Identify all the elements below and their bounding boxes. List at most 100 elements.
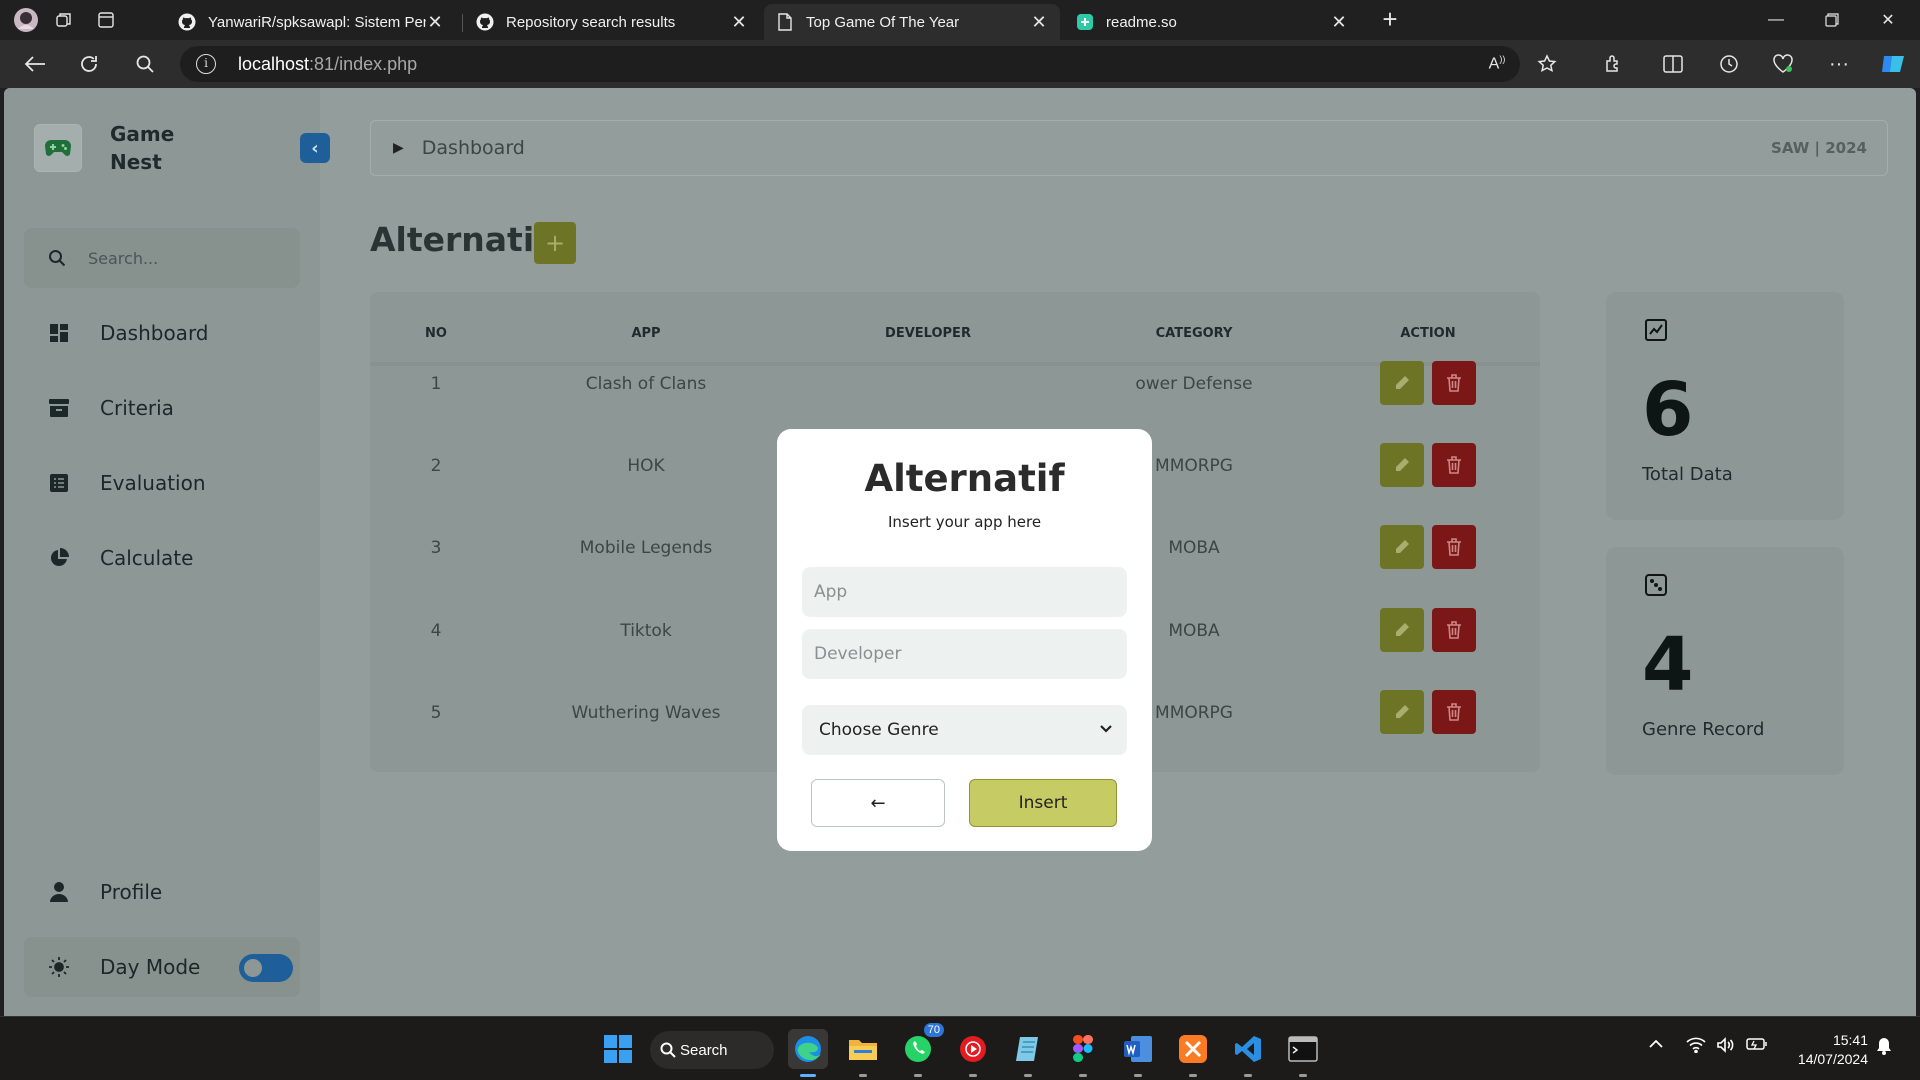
system-clock[interactable]: 15:41 14/07/2024 bbox=[1778, 1031, 1868, 1069]
address-bar[interactable]: i localhost:81/index.php bbox=[180, 46, 1520, 82]
file-explorer-icon[interactable] bbox=[843, 1029, 883, 1077]
search-icon bbox=[49, 250, 66, 267]
notes-app-icon[interactable] bbox=[1008, 1029, 1048, 1077]
sidebar-item-dashboard[interactable]: Dashboard bbox=[24, 303, 300, 363]
battery-icon[interactable] bbox=[1746, 1037, 1768, 1056]
gamepad-logo-icon bbox=[34, 124, 82, 172]
sidebar-item-criteria[interactable]: Criteria bbox=[24, 378, 300, 438]
edit-button[interactable] bbox=[1380, 361, 1424, 405]
sidebar-item-calculate[interactable]: Calculate bbox=[24, 528, 300, 588]
read-aloud-icon[interactable]: A)) bbox=[1484, 52, 1510, 76]
page-viewport: Game Nest ‹ Search... Dashboard Criteria bbox=[4, 88, 1916, 1016]
tab-top-game[interactable]: Top Game Of The Year ✕ bbox=[764, 4, 1060, 40]
day-mode-toggle[interactable] bbox=[239, 954, 293, 982]
cell-app: Tiktok bbox=[620, 621, 672, 641]
history-icon[interactable] bbox=[1716, 52, 1742, 76]
running-indicator bbox=[859, 1074, 867, 1077]
archive-icon bbox=[48, 397, 70, 419]
sidebar: Game Nest ‹ Search... Dashboard Criteria bbox=[4, 88, 330, 1016]
cell-app: Mobile Legends bbox=[579, 538, 713, 558]
search-icon[interactable] bbox=[130, 50, 160, 78]
notification-bell-icon[interactable] bbox=[1876, 1037, 1892, 1060]
list-icon bbox=[48, 472, 70, 494]
close-tab-icon[interactable]: ✕ bbox=[730, 12, 748, 33]
more-options-icon[interactable]: ··· bbox=[1826, 52, 1852, 76]
close-window-button[interactable]: ✕ bbox=[1860, 0, 1916, 40]
page-icon bbox=[776, 13, 794, 31]
youtube-music-icon[interactable] bbox=[953, 1029, 993, 1077]
volume-icon[interactable] bbox=[1716, 1037, 1736, 1058]
app-input[interactable] bbox=[802, 567, 1127, 617]
back-button[interactable]: ← bbox=[811, 779, 945, 827]
sidebar-item-label: Dashboard bbox=[100, 321, 209, 345]
breadcrumb-right-text: SAW | 2024 bbox=[1771, 139, 1867, 157]
breadcrumb-label: Dashboard bbox=[421, 137, 525, 159]
developer-input[interactable] bbox=[802, 629, 1127, 679]
tab-github-spk[interactable]: YanwariR/spksawapl: Sistem Pend ✕ bbox=[166, 4, 456, 40]
browser-essentials-icon[interactable] bbox=[1770, 52, 1796, 76]
word-icon[interactable] bbox=[1118, 1029, 1158, 1077]
delete-button[interactable] bbox=[1432, 361, 1476, 405]
close-tab-icon[interactable]: ✕ bbox=[426, 12, 444, 33]
workspaces-icon[interactable] bbox=[50, 6, 78, 34]
edit-button[interactable] bbox=[1380, 690, 1424, 734]
table-header-action: ACTION bbox=[1400, 326, 1456, 341]
page-title: Alternatif bbox=[370, 220, 549, 259]
dice-icon bbox=[1644, 573, 1668, 601]
terminal-icon[interactable] bbox=[1283, 1029, 1323, 1077]
edit-button[interactable] bbox=[1380, 443, 1424, 487]
close-tab-icon[interactable]: ✕ bbox=[1030, 12, 1048, 33]
favorite-star-icon[interactable] bbox=[1534, 52, 1560, 76]
edit-button[interactable] bbox=[1380, 608, 1424, 652]
delete-button[interactable] bbox=[1432, 525, 1476, 569]
edit-button[interactable] bbox=[1380, 525, 1424, 569]
vscode-icon[interactable] bbox=[1228, 1029, 1268, 1077]
delete-button[interactable] bbox=[1432, 443, 1476, 487]
running-indicator bbox=[1024, 1074, 1032, 1077]
running-indicator bbox=[1189, 1074, 1197, 1077]
profile-avatar-icon[interactable] bbox=[12, 6, 40, 34]
copilot-icon[interactable] bbox=[1880, 52, 1906, 76]
delete-button[interactable] bbox=[1432, 608, 1476, 652]
split-screen-icon[interactable] bbox=[1660, 52, 1686, 76]
genre-select[interactable]: Choose Genre bbox=[802, 705, 1127, 755]
clock-date: 14/07/2024 bbox=[1797, 1051, 1868, 1067]
chevron-up-icon[interactable] bbox=[1648, 1037, 1664, 1056]
windows-start-icon[interactable] bbox=[598, 1029, 638, 1069]
browser-toolbar: i localhost:81/index.php A)) ··· bbox=[0, 40, 1920, 88]
sidebar-search[interactable]: Search... bbox=[24, 228, 300, 288]
back-icon[interactable] bbox=[20, 50, 50, 78]
sidebar-item-profile[interactable]: Profile bbox=[24, 862, 300, 922]
new-tab-button[interactable]: + bbox=[1375, 6, 1405, 34]
refresh-icon[interactable] bbox=[74, 50, 104, 78]
close-tab-icon[interactable]: ✕ bbox=[1330, 12, 1348, 33]
cell-category: MOBA bbox=[1168, 621, 1220, 641]
extensions-icon[interactable] bbox=[1600, 52, 1626, 76]
figma-icon[interactable] bbox=[1063, 1029, 1103, 1077]
minimize-button[interactable]: — bbox=[1748, 0, 1804, 40]
tab-separator bbox=[462, 14, 463, 32]
restore-button[interactable] bbox=[1804, 0, 1860, 40]
edge-taskbar-icon[interactable] bbox=[788, 1029, 828, 1077]
brand-name: Game Nest bbox=[110, 122, 175, 174]
tab-title: readme.so bbox=[1106, 13, 1177, 31]
xampp-icon[interactable] bbox=[1173, 1029, 1213, 1077]
sidebar-item-evaluation[interactable]: Evaluation bbox=[24, 453, 300, 513]
tab-readme[interactable]: readme.so ✕ bbox=[1064, 4, 1360, 40]
sidebar-item-label: Calculate bbox=[100, 546, 194, 570]
running-indicator bbox=[1079, 1074, 1087, 1077]
grid-icon bbox=[48, 322, 70, 344]
stat-label: Total Data bbox=[1642, 464, 1733, 485]
collapse-sidebar-button[interactable]: ‹ bbox=[300, 133, 330, 163]
site-info-icon[interactable]: i bbox=[196, 54, 216, 74]
insert-button[interactable]: Insert bbox=[969, 779, 1117, 827]
taskbar-search[interactable]: Search bbox=[650, 1031, 774, 1069]
tab-github-search[interactable]: Repository search results ✕ bbox=[464, 4, 760, 40]
breadcrumb: ▶ Dashboard SAW | 2024 bbox=[370, 120, 1888, 176]
tab-title: YanwariR/spksawapl: Sistem Pend bbox=[208, 13, 426, 31]
delete-button[interactable] bbox=[1432, 690, 1476, 734]
tab-actions-icon[interactable] bbox=[92, 6, 120, 34]
add-alternatif-button[interactable]: + bbox=[534, 222, 576, 264]
wifi-icon[interactable] bbox=[1686, 1037, 1706, 1058]
whatsapp-icon[interactable]: 70 bbox=[898, 1023, 944, 1077]
